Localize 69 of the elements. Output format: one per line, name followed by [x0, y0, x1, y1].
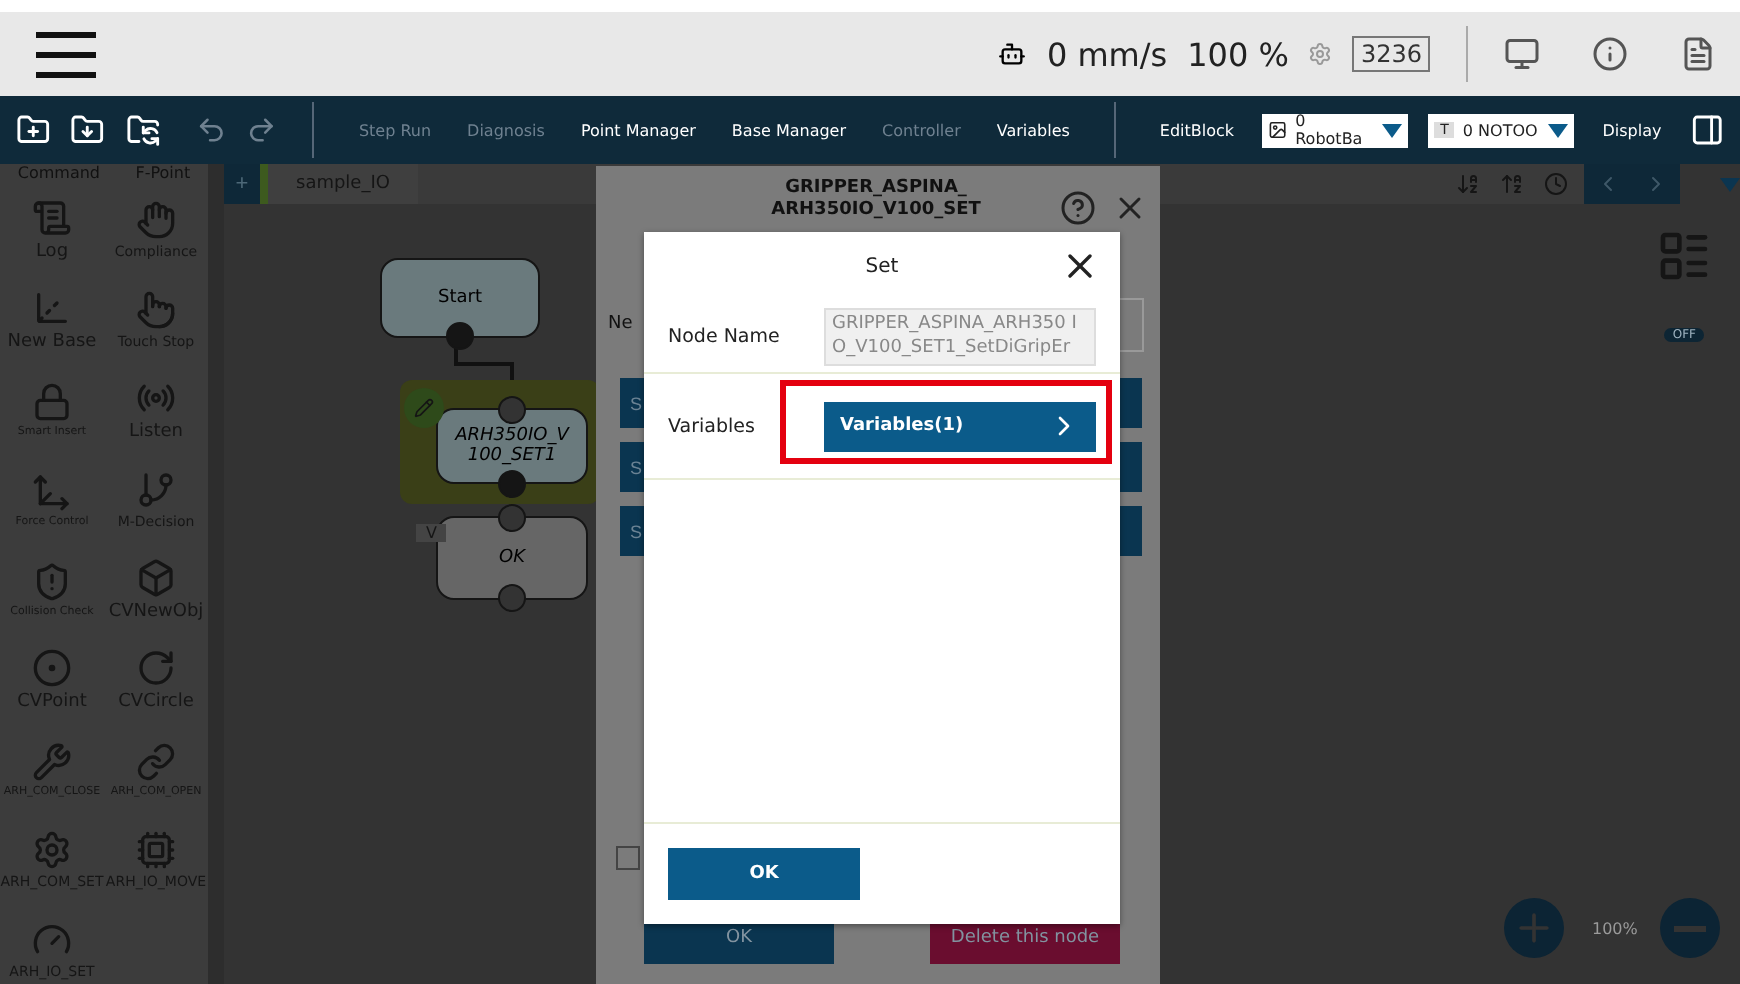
axes-icon[interactable] [32, 287, 72, 327]
dropdown-arrow-icon [1382, 123, 1403, 137]
monitor-icon[interactable] [1504, 36, 1540, 72]
edit-block-button[interactable]: EditBlock [1151, 121, 1243, 139]
document-icon[interactable] [1680, 36, 1716, 72]
robot-icon [998, 40, 1027, 68]
zoom-in-button[interactable] [1504, 898, 1564, 958]
branch-icon[interactable] [136, 469, 176, 509]
ok-button[interactable]: OK [668, 848, 860, 900]
dialog-title: GRIPPER_ASPINA_ ARH350IO_V100_SET [769, 178, 983, 222]
output-port [498, 584, 526, 612]
dropdown-button[interactable] [1680, 164, 1740, 204]
counter-display: 3236 [1352, 36, 1430, 72]
layout-icon[interactable] [1656, 228, 1712, 284]
shield-icon[interactable] [32, 561, 72, 601]
gear-icon [1308, 42, 1333, 66]
scrollbar[interactable] [208, 164, 224, 984]
speed-percent: 100 % [1187, 35, 1289, 73]
flow-node: OK [436, 516, 588, 600]
undo-icon[interactable] [195, 114, 227, 146]
dialog-title: Set [865, 255, 899, 277]
redo-icon[interactable] [246, 114, 277, 146]
new-folder-icon[interactable] [16, 112, 51, 148]
field-label: Node Name [668, 325, 782, 347]
help-icon[interactable] [1060, 190, 1096, 226]
wrench-icon[interactable] [32, 741, 72, 781]
dropdown-value: 0 RobotBa [1295, 112, 1365, 148]
variables-button[interactable]: Variables(1) [824, 401, 1096, 451]
dropdown-arrow-icon [1548, 123, 1569, 137]
link-icon[interactable] [136, 741, 176, 781]
point-icon[interactable] [32, 647, 72, 687]
log-icon[interactable] [32, 197, 72, 237]
gauge-icon[interactable] [32, 919, 72, 959]
sort-icon[interactable] [1500, 172, 1524, 196]
add-tab-button[interactable]: + [224, 164, 260, 204]
image-icon [1268, 120, 1288, 140]
flow-node: ARH350IO_V 100_SET1 [436, 408, 588, 484]
toolbar-button[interactable]: Point Manager [572, 121, 704, 139]
zoom-level: 100% [1592, 920, 1638, 938]
zoom-out-button[interactable] [1660, 898, 1720, 958]
folder-icon[interactable] [70, 112, 106, 148]
speed-readout: 0 mm/s [1046, 35, 1168, 73]
panel-icon[interactable] [1689, 112, 1725, 148]
info-icon[interactable] [1592, 36, 1628, 72]
flow-node: Start [380, 258, 540, 338]
menu-icon[interactable] [36, 31, 96, 77]
toolbar-button[interactable]: Base Manager [723, 121, 855, 139]
robot-dropdown[interactable]: 0 RobotBa [1262, 113, 1409, 147]
field-label: Ne [608, 314, 633, 334]
lock-icon[interactable] [32, 381, 72, 421]
display-button[interactable]: Display [1594, 121, 1670, 139]
output-port [446, 322, 474, 350]
clock-icon[interactable] [1544, 172, 1568, 196]
dropdown-value: 0 NOTOO [1462, 121, 1538, 139]
circle-arrow-icon[interactable] [136, 647, 176, 687]
node-name-field[interactable]: GRIPPER_ASPINA_ARH350 IO_V100_SET1_SetDiGripEr [824, 307, 1096, 365]
toolbar-button[interactable]: Variables [988, 121, 1078, 139]
minus-icon [1674, 925, 1706, 931]
input-port [498, 504, 526, 532]
cube-icon[interactable] [136, 557, 176, 597]
folder-icon[interactable] [125, 112, 160, 148]
sort-icon[interactable] [1456, 172, 1480, 196]
checkbox[interactable] [616, 846, 640, 870]
chip-icon[interactable] [136, 829, 176, 869]
hand-icon[interactable] [136, 199, 176, 239]
move-icon[interactable] [32, 471, 72, 511]
field-label: Variables [668, 415, 757, 437]
gear-icon[interactable] [32, 829, 72, 869]
pointer-icon[interactable] [136, 289, 176, 329]
